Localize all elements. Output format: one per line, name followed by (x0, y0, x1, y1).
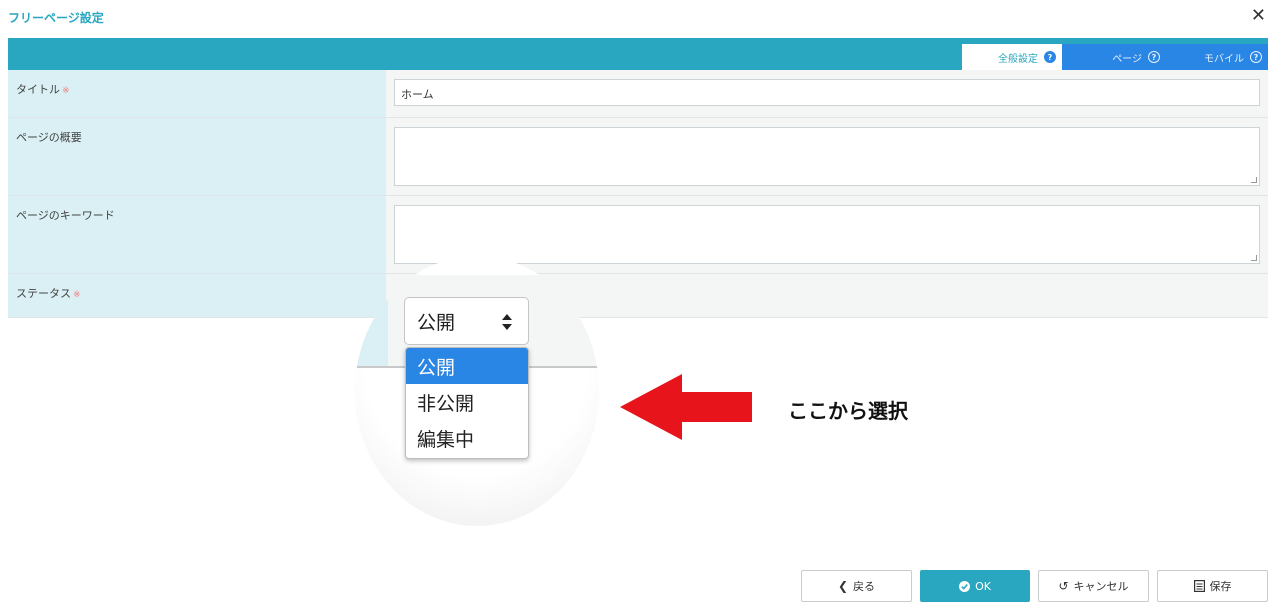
arrow-shape (620, 374, 752, 440)
status-select[interactable]: 公開 (404, 297, 529, 345)
title-input[interactable]: ホーム (394, 79, 1260, 106)
form-row-keywords: ページのキーワード (8, 196, 1268, 274)
form-row-title: タイトル ※ ホーム (8, 70, 1268, 118)
row-label: ステータス ※ (8, 274, 386, 317)
left-arrow-icon (620, 374, 752, 440)
tab-label: 全般設定 (998, 53, 1038, 65)
keywords-label: ページのキーワード (16, 209, 115, 222)
status-select-value: 公開 (417, 311, 456, 334)
back-button[interactable]: ❮ 戻る (801, 570, 912, 602)
save-document-icon (1193, 580, 1205, 592)
status-option-draft[interactable]: 編集中 (406, 420, 528, 456)
row-field (386, 196, 1268, 273)
tab-mobile[interactable]: モバイル ? (1166, 44, 1268, 70)
dialog-title: フリーページ設定 (8, 11, 104, 25)
row-field: ホーム (386, 70, 1268, 117)
cancel-label: キャンセル (1073, 580, 1129, 593)
annotation-text: ここから選択 (788, 399, 908, 423)
zoom-label-background (355, 275, 388, 367)
status-dropdown-menu: 公開 非公開 編集中 (405, 347, 529, 459)
row-label: ページの概要 (8, 118, 386, 195)
updown-icon (502, 314, 512, 330)
form-row-status: ステータス ※ (8, 274, 1268, 318)
save-label: 保存 (1209, 580, 1232, 593)
resize-grip[interactable] (1251, 177, 1257, 183)
row-label: ページのキーワード (8, 196, 386, 273)
help-icon: ? (1044, 51, 1056, 63)
resize-grip[interactable] (1251, 255, 1257, 261)
check-circle-icon (959, 580, 971, 592)
summary-label: ページの概要 (16, 131, 82, 144)
chevron-left-icon: ❮ (837, 579, 849, 593)
close-icon[interactable]: ✕ (1251, 6, 1266, 26)
help-icon: ? (1148, 51, 1160, 63)
tab-label: ページ (1112, 53, 1142, 65)
summary-textarea[interactable] (394, 127, 1260, 186)
form-row-summary: ページの概要 (8, 118, 1268, 196)
keywords-textarea[interactable] (394, 205, 1260, 264)
tab-page[interactable]: ページ ? (1062, 44, 1166, 70)
status-option-private[interactable]: 非公開 (406, 384, 528, 420)
row-label: タイトル ※ (8, 70, 386, 117)
ok-button[interactable]: OK (920, 570, 1030, 602)
title-label: タイトル (16, 83, 60, 96)
save-button[interactable]: 保存 (1157, 570, 1268, 602)
ok-label: OK (975, 579, 991, 593)
row-field (386, 118, 1268, 195)
required-mark: ※ (73, 290, 81, 300)
tab-general-settings[interactable]: 全般設定 ? (962, 44, 1062, 70)
required-mark: ※ (62, 86, 70, 96)
cancel-button[interactable]: ↺ キャンセル (1038, 570, 1149, 602)
status-option-public[interactable]: 公開 (406, 348, 528, 384)
undo-icon: ↺ (1058, 579, 1069, 593)
back-label: 戻る (853, 580, 876, 593)
tab-label: モバイル (1204, 53, 1244, 65)
help-icon: ? (1250, 51, 1262, 63)
status-label: ステータス (16, 287, 71, 300)
tab-bar: 全般設定 ? ページ ? モバイル ? (8, 38, 1268, 70)
